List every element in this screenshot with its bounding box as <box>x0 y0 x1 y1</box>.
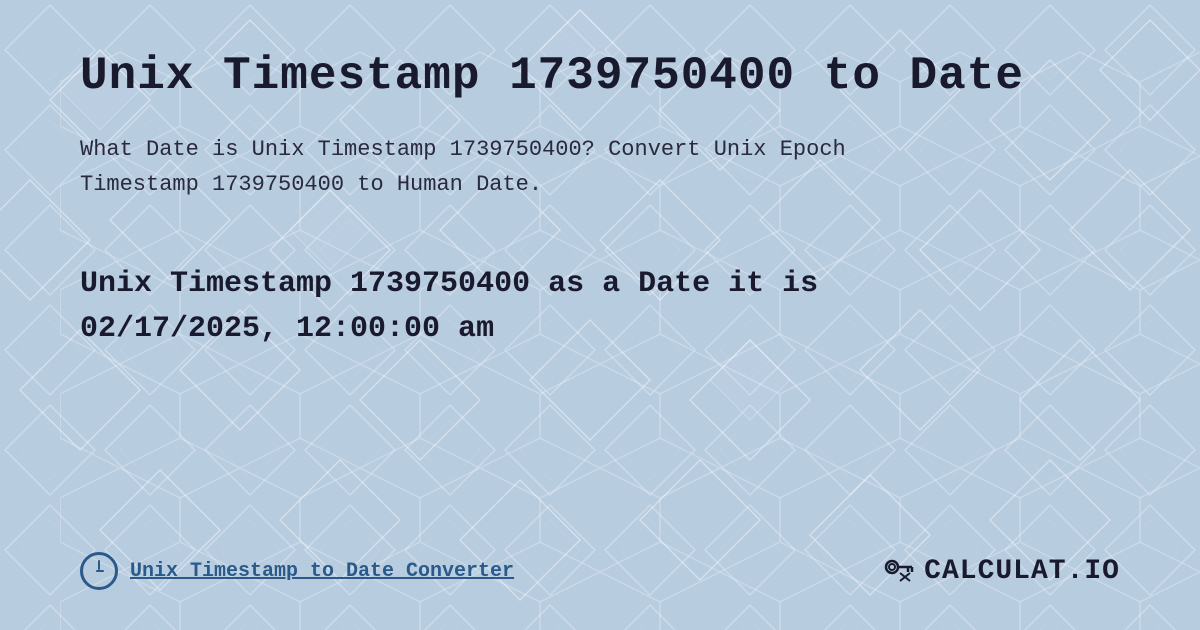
logo-area: CALCULAT.IO <box>880 553 1120 589</box>
page-title: Unix Timestamp 1739750400 to Date <box>80 50 1120 102</box>
footer: Unix Timestamp to Date Converter CALCULA… <box>80 532 1120 590</box>
logo-text: CALCULAT.IO <box>924 556 1120 587</box>
clock-icon <box>80 552 118 590</box>
result-line1: Unix Timestamp 1739750400 as a Date it i… <box>80 267 818 301</box>
result-line2: 02/17/2025, 12:00:00 am <box>80 312 494 346</box>
result-text: Unix Timestamp 1739750400 as a Date it i… <box>80 262 1030 352</box>
footer-link[interactable]: Unix Timestamp to Date Converter <box>130 560 514 583</box>
description-line1: What Date is Unix Timestamp 1739750400? … <box>80 137 846 162</box>
result-section: Unix Timestamp 1739750400 as a Date it i… <box>80 262 1120 352</box>
footer-left[interactable]: Unix Timestamp to Date Converter <box>80 552 514 590</box>
description-text: What Date is Unix Timestamp 1739750400? … <box>80 132 980 202</box>
description-line2: Timestamp 1739750400 to Human Date. <box>80 172 542 197</box>
logo-icon <box>880 553 916 589</box>
